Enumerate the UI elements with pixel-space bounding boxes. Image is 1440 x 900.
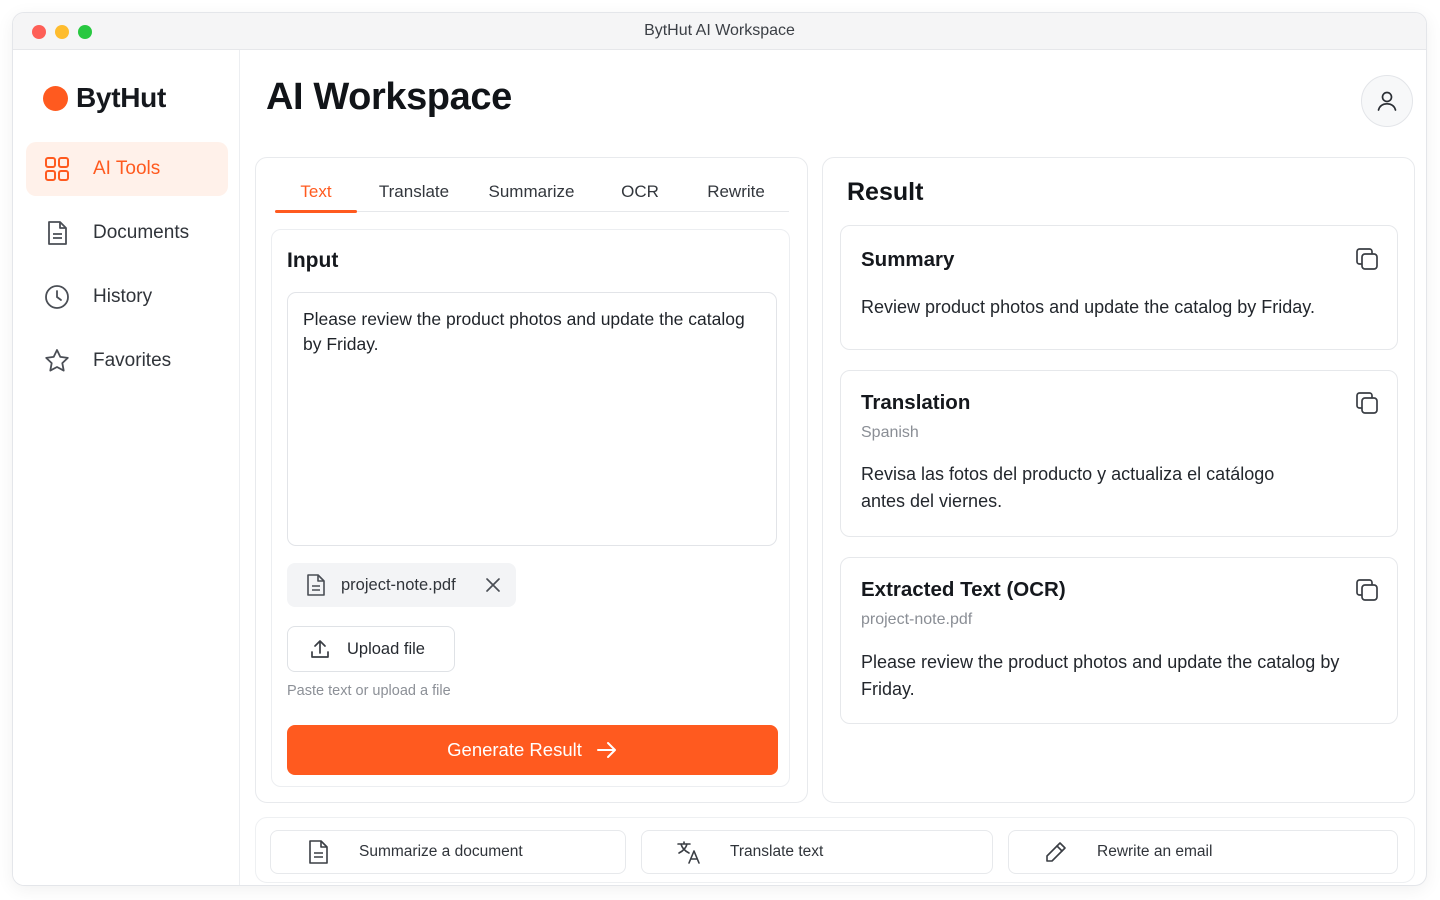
window-controls xyxy=(32,25,92,39)
grid-icon xyxy=(45,157,69,181)
copy-summary-icon[interactable] xyxy=(1354,246,1380,272)
result-panel: Result Summary Review product photos and… xyxy=(822,157,1415,803)
sidebar-item-favorites[interactable]: Favorites xyxy=(26,334,228,388)
quick-actions-bar: Summarize a document Translate text Rewr… xyxy=(255,817,1415,883)
summary-card: Summary Review product photos and update… xyxy=(840,225,1398,350)
sidebar-item-label: AI Tools xyxy=(93,158,161,179)
input-heading: Input xyxy=(287,249,339,272)
summary-title: Summary xyxy=(861,248,955,271)
app-window: BytHut AI Workspace BytHut AI Tools Docu… xyxy=(12,12,1427,886)
file-icon xyxy=(307,574,325,596)
copy-translation-icon[interactable] xyxy=(1354,390,1380,416)
summary-text: Review product photos and update the cat… xyxy=(861,297,1315,317)
sidebar-item-ai-tools[interactable]: AI Tools xyxy=(26,142,228,196)
upload-file-button[interactable]: Upload file xyxy=(287,626,455,672)
upload-icon xyxy=(311,640,329,658)
brand-logo[interactable]: BytHut xyxy=(43,82,166,114)
input-panel: Text Translate Summarize OCR Rewrite Inp… xyxy=(255,157,808,803)
tab-text[interactable]: Text xyxy=(275,172,357,213)
upload-file-label: Upload file xyxy=(347,639,425,658)
sidebar: BytHut AI Tools Documents History Favori… xyxy=(13,50,240,885)
quick-action-translate-text[interactable]: Translate text xyxy=(641,830,993,874)
brand-dot-icon xyxy=(43,85,68,111)
tab-summarize[interactable]: Summarize xyxy=(471,172,592,212)
ocr-title: Extracted Text (OCR) xyxy=(861,578,1066,601)
attached-file-name: project-note.pdf xyxy=(341,575,456,594)
quick-action-label: Rewrite an email xyxy=(1097,843,1213,860)
document-icon xyxy=(309,840,328,864)
ocr-card: Extracted Text (OCR) project-note.pdf Pl… xyxy=(840,557,1398,724)
brand-name: BytHut xyxy=(76,82,166,113)
remove-file-close-icon[interactable] xyxy=(484,576,502,594)
sidebar-nav: AI Tools Documents History Favorites xyxy=(26,142,228,398)
ocr-text: Please review the product photos and upd… xyxy=(861,652,1340,699)
sidebar-item-documents[interactable]: Documents xyxy=(26,206,228,260)
sidebar-item-label: Documents xyxy=(93,222,190,243)
translate-icon xyxy=(677,841,700,864)
tab-bar: Text Translate Summarize OCR Rewrite xyxy=(275,172,789,213)
window-title: BytHut AI Workspace xyxy=(644,22,795,39)
quick-action-rewrite-email[interactable]: Rewrite an email xyxy=(1008,830,1398,874)
user-icon xyxy=(1377,91,1397,111)
sidebar-item-label: Favorites xyxy=(93,350,172,371)
translation-card: Translation Spanish Revisa las fotos del… xyxy=(840,370,1398,537)
copy-ocr-icon[interactable] xyxy=(1354,577,1380,603)
minimize-window-button[interactable] xyxy=(55,25,69,39)
input-textarea[interactable]: Please review the product photos and upd… xyxy=(287,292,777,546)
translation-title: Translation xyxy=(861,391,971,414)
sidebar-item-label: History xyxy=(93,286,153,307)
quick-action-label: Translate text xyxy=(730,843,824,860)
close-window-button[interactable] xyxy=(32,25,46,39)
arrow-right-icon xyxy=(596,742,616,758)
user-avatar-button[interactable] xyxy=(1361,75,1413,127)
generate-result-button[interactable]: Generate Result xyxy=(287,725,778,775)
pencil-icon xyxy=(1046,842,1066,862)
tab-ocr[interactable]: OCR xyxy=(592,172,688,212)
zoom-window-button[interactable] xyxy=(78,25,92,39)
main-content: AI Workspace Text Translate Summarize OC… xyxy=(241,50,1426,885)
page-title: AI Workspace xyxy=(266,76,512,118)
tab-rewrite[interactable]: Rewrite xyxy=(688,172,784,212)
quick-action-summarize-document[interactable]: Summarize a document xyxy=(270,830,626,874)
star-icon xyxy=(45,349,69,372)
translation-text: Revisa las fotos del producto y actualiz… xyxy=(861,464,1275,511)
generate-result-label: Generate Result xyxy=(447,739,582,760)
input-card: Input Please review the product photos a… xyxy=(271,229,790,787)
clock-icon xyxy=(45,285,69,309)
ocr-source-file: project-note.pdf xyxy=(861,611,973,628)
titlebar: BytHut AI Workspace xyxy=(13,13,1426,50)
tab-translate[interactable]: Translate xyxy=(357,172,471,212)
input-hint: Paste text or upload a file xyxy=(287,683,451,699)
result-heading: Result xyxy=(847,178,924,206)
translation-language: Spanish xyxy=(861,424,919,441)
sidebar-item-history[interactable]: History xyxy=(26,270,228,324)
attached-file-chip: project-note.pdf xyxy=(287,563,516,607)
quick-action-label: Summarize a document xyxy=(359,843,523,860)
document-icon xyxy=(48,221,67,245)
